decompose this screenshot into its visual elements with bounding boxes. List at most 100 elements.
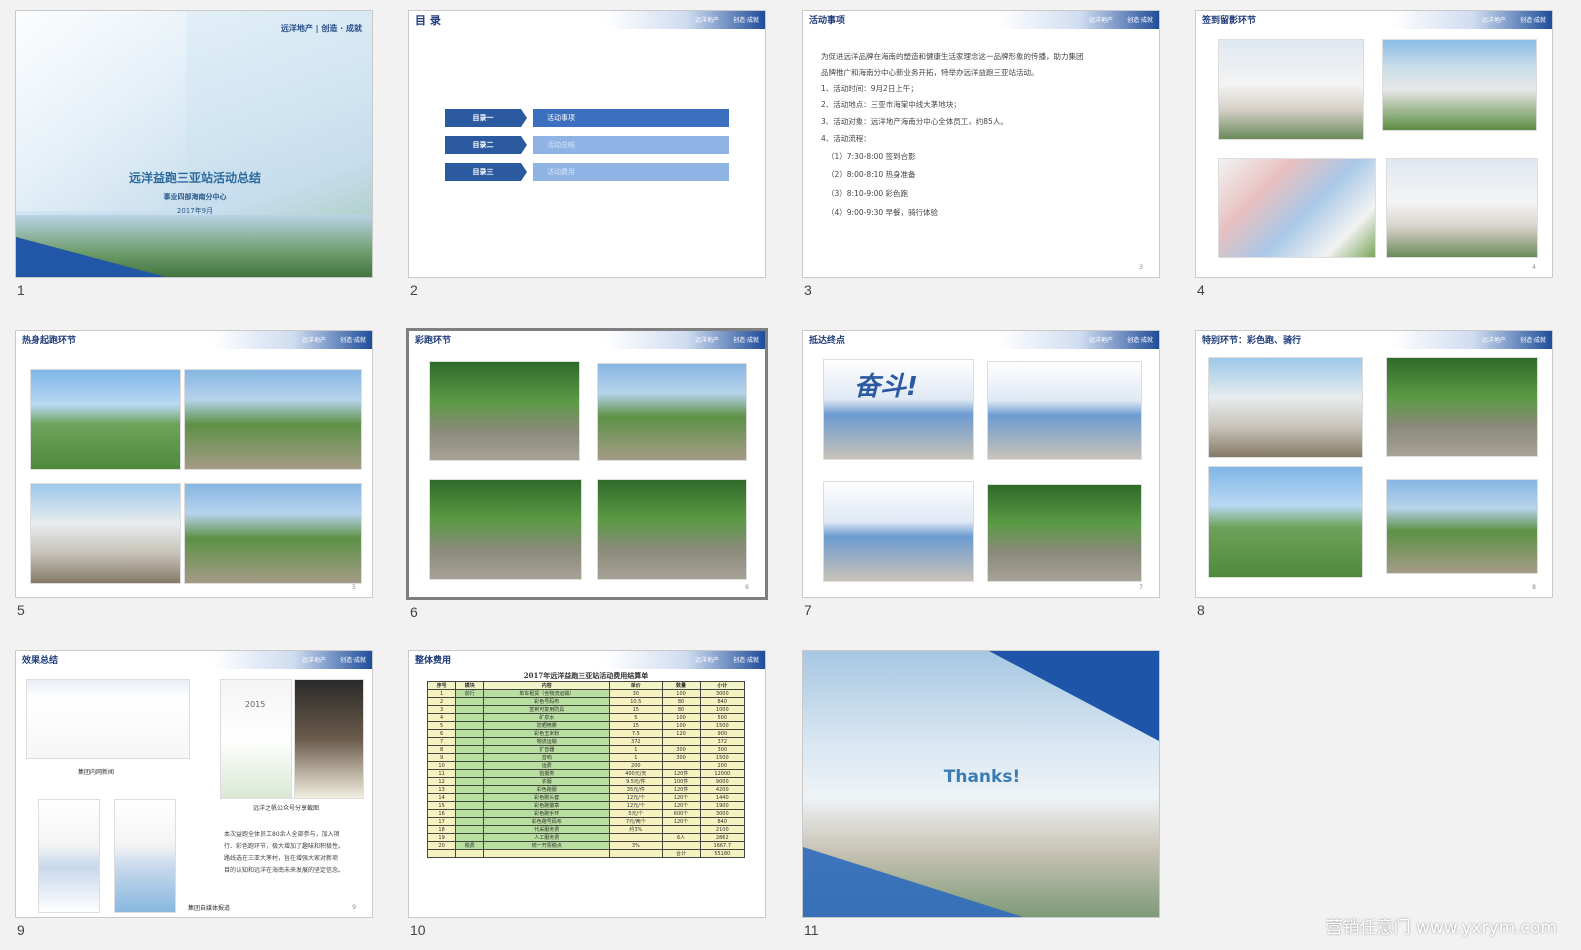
year-label: 2015 [245, 700, 266, 709]
photo: 奋斗! [823, 359, 974, 460]
slide-thumbnail[interactable]: 抵达终点 远洋地产 创造·成就 奋斗! 7 [802, 330, 1160, 598]
page-number: 5 [352, 584, 356, 591]
table-cell: 12元/个 [609, 801, 663, 810]
table-cell [455, 761, 485, 770]
table-cell [455, 729, 485, 738]
slogan-logo: 创造·成就 [1127, 17, 1153, 24]
table-cell: 3000 [699, 809, 746, 818]
table-cell: 18 [426, 825, 457, 834]
photo [184, 483, 362, 584]
slogan-logo: 创造·成就 [733, 17, 759, 24]
table-header-row: 序号 模块 内容 单价 数量 小计 [426, 681, 746, 690]
table-cell: 30 [609, 689, 663, 698]
table-row: 12 衣服 9.5元/件 100件 9000 [426, 777, 746, 786]
col-header: 小计 [699, 681, 746, 690]
col-header: 单价 [609, 681, 663, 690]
table-row: 16 彩色跑手环 5元/个 600个 3000 [426, 809, 746, 818]
table-cell: 1000 [699, 705, 746, 714]
table-cell [455, 777, 485, 786]
company-logo: 远洋地产 [301, 657, 326, 664]
slide-title: 特别环节：彩色跑、骑行 [1202, 336, 1302, 346]
slide-thumbnail[interactable]: 签到留影环节 远洋地产 创造·成就 4 [1195, 10, 1553, 278]
table-cell: 音响 [483, 753, 611, 762]
table-cell: 4 [426, 713, 457, 722]
slide-number: 2 [410, 282, 418, 298]
slide-thumbnail-selected[interactable]: 彩跑环节 远洋地产 创造·成就 6 [406, 328, 768, 600]
table-cell [455, 801, 485, 810]
slide-thumbnail[interactable]: 特别环节：彩色跑、骑行 远洋地产 创造·成就 8 [1195, 330, 1553, 598]
photo [597, 479, 747, 580]
table-cell: 1500 [699, 721, 746, 730]
slogan-logo: 创造·成就 [340, 657, 366, 664]
table-cell: 3000 [699, 689, 746, 698]
slide-thumbnail[interactable]: 整体费用 远洋地产 创造·成就 2017年远洋益跑三亚站活动费用结算单 序号 模… [408, 650, 766, 918]
slide-title: 热身起跑环节 [22, 336, 77, 346]
budget-table: 序号 模块 内容 单价 数量 小计 1 前行 单车租赁（含物流运输） 30 100 300… [426, 681, 746, 858]
table-cell [455, 825, 485, 834]
table-cell [455, 705, 485, 714]
table-cell: 彩色跑手环 [483, 809, 611, 818]
table-cell: 5元/个 [609, 809, 663, 818]
slide-number: 1 [17, 282, 25, 298]
watermark: 营销任意门 www.yxrym.com [1325, 918, 1557, 938]
table-cell: 9.5元/件 [609, 777, 663, 786]
table-cell: 80 [661, 697, 701, 706]
photo [1208, 466, 1363, 578]
slide-thumbnail[interactable]: 活动事项 远洋地产 创造·成就 为促进远洋品牌在海南的塑造和健康生活家理念这一品… [802, 10, 1160, 278]
slide-number: 7 [804, 602, 812, 618]
table-row: 20 税费 统一开票税点 3% 1667.7 [426, 841, 746, 850]
table-cell [455, 817, 485, 826]
activity-line-5: 3、活动对象：远洋地产海南分中心全体员工，约85人。 [821, 117, 1008, 126]
table-cell: 15 [426, 801, 457, 810]
thanks-blue-band [803, 847, 1023, 917]
media-screenshot [38, 799, 100, 913]
slide-number: 4 [1197, 282, 1205, 298]
slide-thumbnail[interactable]: 远洋地产 | 创造 · 成就 远洋益跑三亚站活动总结 事业四部海南分中心 201… [15, 10, 373, 278]
slogan-logo: 创造·成就 [1520, 337, 1546, 344]
table-cell: 300 [661, 753, 701, 762]
company-logo: 远洋地产 [301, 337, 326, 344]
summary-line-2: 行、彩色跑环节，极大增加了趣味和积极性。 [224, 843, 345, 850]
table-cell: 600个 [661, 809, 701, 818]
company-logo: 远洋地产 [1088, 337, 1113, 344]
table-row: 11 拍摄类 400元/天 120件 12000 [426, 769, 746, 778]
slide-thumbnail[interactable]: 效果总结 远洋地产 创造·成就 集团内网新闻 2015 远洋之帆公众号分享截图 … [15, 650, 373, 918]
slide-thumbnail[interactable]: 热身起跑环节 远洋地产 创造·成就 5 [15, 330, 373, 598]
slide-number: 6 [410, 604, 418, 620]
slide-title: 目 录 [415, 14, 441, 27]
caption-media: 集团自媒体报道 [188, 905, 231, 912]
page-number: 3 [1139, 264, 1143, 271]
slide-sorter-grid: 远洋地产 | 创造 · 成就 远洋益跑三亚站活动总结 事业四部海南分中心 201… [0, 0, 1581, 950]
table-body: 1 前行 单车租赁（含物流运输） 30 100 3000 2 彩色号码布 10.5 80 840 3 签… [426, 689, 746, 850]
table-row: 1 前行 单车租赁（含物流运输） 30 100 3000 [426, 689, 746, 698]
col-header: 模块 [455, 681, 485, 690]
photo [823, 481, 974, 582]
slide-number: 3 [804, 282, 812, 298]
table-cell: 彩色玉米粉 [483, 729, 611, 738]
table-cell: 前行 [455, 689, 485, 698]
table-cell: 200 [609, 761, 663, 770]
table-cell: 1667.7 [699, 841, 746, 850]
slide-title: 整体费用 [415, 656, 452, 666]
cover-blue-triangle [16, 237, 166, 277]
page-number: 6 [745, 584, 749, 591]
table-total-row: 合计 55180 [426, 849, 746, 858]
table-cell: 彩色跑号码布 [483, 817, 611, 826]
slide-header: 效果总结 远洋地产 创造·成就 [16, 651, 372, 669]
table-cell: 12000 [699, 769, 746, 778]
photo [597, 363, 747, 461]
table-cell: 税费 [455, 841, 485, 850]
slide-number: 10 [410, 922, 426, 938]
slide-thumbnail[interactable]: 目 录 远洋地产 创造·成就 目录一 活动事项 目录二 活动总结 目录三 活动费… [408, 10, 766, 278]
table-cell: 372 [699, 737, 746, 746]
slogan-logo: 创造·成就 [733, 657, 759, 664]
photo [30, 369, 181, 470]
photo [1218, 158, 1376, 258]
slide-title: 签到留影环节 [1202, 16, 1257, 26]
table-cell: 2 [426, 697, 457, 706]
table-row: 7 物流运输 372 372 [426, 737, 746, 746]
slide-thumbnail[interactable]: Thanks! [802, 650, 1160, 918]
caption-intranet: 集团内网新闻 [78, 769, 115, 776]
table-cell: 2862 [699, 833, 746, 842]
slide-header: 目 录 远洋地产 创造·成就 [409, 11, 765, 29]
